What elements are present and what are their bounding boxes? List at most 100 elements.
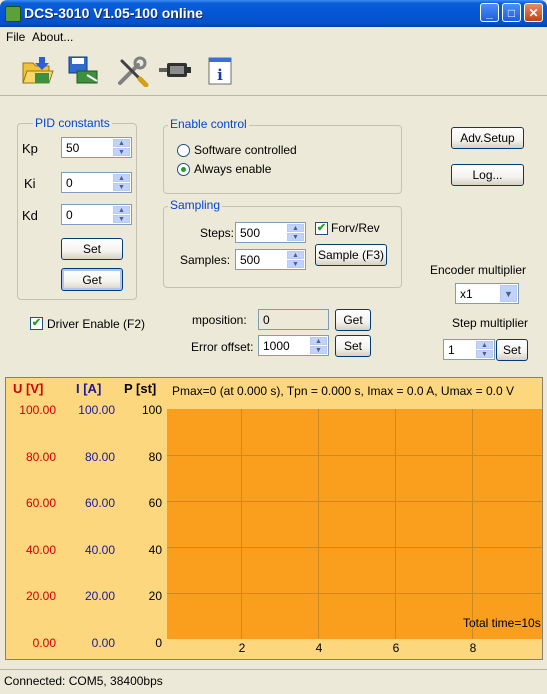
- info-icon[interactable]: i: [202, 53, 238, 89]
- error-offset-down-arrow-icon[interactable]: ▼: [310, 346, 327, 354]
- encoder-multiplier-value: x1: [460, 287, 473, 301]
- kp-spinner[interactable]: 50 ▲ ▼: [61, 137, 132, 158]
- kd-down-arrow-icon[interactable]: ▼: [113, 215, 130, 223]
- encoder-multiplier-label: Encoder multiplier: [430, 263, 527, 277]
- step-multiplier-spinner[interactable]: 1 ▲ ▼: [443, 339, 495, 360]
- error-offset-set-button[interactable]: Set: [335, 335, 371, 357]
- error-offset-label: Error offset:: [191, 340, 254, 354]
- window-title: DCS-3010 V1.05-100 online: [24, 5, 203, 21]
- menu-bar: [0, 27, 547, 47]
- i-tick: 0.00: [91, 635, 115, 650]
- save-file-icon[interactable]: [66, 53, 102, 89]
- error-offset-spinner[interactable]: 1000 ▲ ▼: [258, 335, 329, 356]
- p-tick: 0: [155, 635, 162, 650]
- svg-text:i: i: [217, 66, 223, 84]
- log-button[interactable]: Log...: [451, 164, 524, 186]
- kd-label: Kd: [22, 208, 38, 223]
- open-file-icon[interactable]: [20, 53, 56, 89]
- u-tick: 80.00: [25, 449, 56, 464]
- p-tick: 100: [141, 403, 162, 417]
- enable-control-group: [163, 125, 402, 194]
- i-tick: 100.00: [78, 403, 115, 417]
- steps-value: 500: [240, 226, 261, 240]
- kp-down-arrow-icon[interactable]: ▼: [113, 148, 130, 156]
- software-controlled-radio[interactable]: [177, 144, 190, 157]
- u-tick: 100.00: [19, 403, 56, 417]
- ki-up-arrow-icon[interactable]: ▲: [113, 174, 130, 182]
- ki-spinner[interactable]: 0 ▲ ▼: [61, 172, 132, 193]
- mposition-get-button[interactable]: Get: [335, 309, 371, 331]
- plot-area: [167, 409, 542, 639]
- p-tick: 60: [148, 496, 162, 510]
- i-tick: 20.00: [84, 589, 115, 603]
- i-tick: 80.00: [84, 449, 115, 464]
- adv-setup-button[interactable]: Adv.Setup: [451, 127, 524, 149]
- sampling-title: Sampling: [168, 198, 223, 212]
- software-controlled-label: Software controlled: [194, 143, 297, 157]
- samples-spinner[interactable]: 500 ▲ ▼: [235, 249, 306, 270]
- x-tick: 6: [392, 641, 400, 655]
- p-axis-header: P [st]: [124, 381, 157, 396]
- kd-up-arrow-icon[interactable]: ▲: [113, 206, 130, 214]
- total-time-label: Total time=10s: [463, 616, 541, 630]
- step-multiplier-down-arrow-icon[interactable]: ▼: [476, 350, 493, 358]
- maximize-button[interactable]: □: [502, 3, 521, 22]
- ki-label: Ki: [24, 176, 36, 191]
- pid-set-button[interactable]: Set: [61, 238, 123, 260]
- close-button[interactable]: ✕: [524, 3, 543, 22]
- samples-value: 500: [240, 253, 261, 267]
- samples-label: Samples:: [180, 253, 231, 267]
- status-text: Connected: COM5, 38400bps: [4, 674, 163, 688]
- step-multiplier-label: Step multiplier: [452, 316, 529, 330]
- steps-down-arrow-icon[interactable]: ▼: [287, 233, 304, 241]
- steps-up-arrow-icon[interactable]: ▲: [287, 224, 304, 232]
- always-enable-radio[interactable]: [177, 163, 190, 176]
- enable-control-title: Enable control: [168, 117, 249, 131]
- pid-get-button[interactable]: Get: [61, 268, 123, 291]
- kp-label: Kp: [22, 141, 38, 156]
- encoder-multiplier-select[interactable]: x1 ▼: [455, 283, 519, 304]
- driver-enable-checkbox[interactable]: ✔: [30, 317, 43, 330]
- mposition-value: 0: [263, 313, 270, 327]
- kd-spinner[interactable]: 0 ▲ ▼: [61, 204, 132, 225]
- error-offset-up-arrow-icon[interactable]: ▲: [310, 337, 327, 345]
- plot-grid: [167, 409, 542, 639]
- u-tick: 0.00: [32, 635, 56, 650]
- ki-down-arrow-icon[interactable]: ▼: [113, 183, 130, 191]
- app-icon: [5, 6, 21, 22]
- sample-f3-button[interactable]: Sample (F3): [315, 244, 387, 266]
- mposition-label: mposition:: [192, 313, 247, 327]
- samples-up-arrow-icon[interactable]: ▲: [287, 251, 304, 259]
- error-offset-value: 1000: [263, 339, 290, 353]
- x-tick: 8: [469, 641, 477, 655]
- forv-rev-label: Forv/Rev: [331, 221, 380, 235]
- u-tick: 40.00: [25, 542, 56, 557]
- pid-group-title: PID constants: [33, 116, 112, 130]
- step-multiplier-set-button[interactable]: Set: [496, 339, 528, 361]
- x-tick: 4: [315, 641, 323, 655]
- minimize-button[interactable]: _: [480, 3, 499, 22]
- menu-file[interactable]: File: [6, 30, 25, 44]
- i-axis-header: I [A]: [76, 381, 102, 396]
- forv-rev-checkbox[interactable]: ✔: [315, 222, 328, 235]
- u-tick: 20.00: [25, 589, 56, 603]
- tools-icon[interactable]: [115, 53, 151, 89]
- steps-spinner[interactable]: 500 ▲ ▼: [235, 222, 306, 243]
- u-tick: 60.00: [25, 496, 56, 510]
- kp-up-arrow-icon[interactable]: ▲: [113, 139, 130, 147]
- step-multiplier-value: 1: [448, 343, 455, 357]
- chevron-down-icon[interactable]: ▼: [500, 285, 517, 302]
- kd-value: 0: [66, 208, 73, 222]
- samples-down-arrow-icon[interactable]: ▼: [287, 260, 304, 268]
- ki-value: 0: [66, 176, 73, 190]
- chart-info-text: Pmax=0 (at 0.000 s), Tpn = 0.000 s, Imax…: [172, 384, 514, 398]
- p-tick: 80: [148, 449, 162, 464]
- mposition-field: 0: [258, 309, 329, 330]
- step-multiplier-up-arrow-icon[interactable]: ▲: [476, 341, 493, 349]
- p-tick: 40: [148, 542, 162, 557]
- driver-enable-label: Driver Enable (F2): [47, 317, 146, 331]
- u-axis-header: U [V]: [13, 381, 44, 396]
- steps-label: Steps:: [200, 226, 235, 240]
- connector-icon[interactable]: [158, 53, 194, 89]
- menu-about[interactable]: About...: [32, 30, 73, 44]
